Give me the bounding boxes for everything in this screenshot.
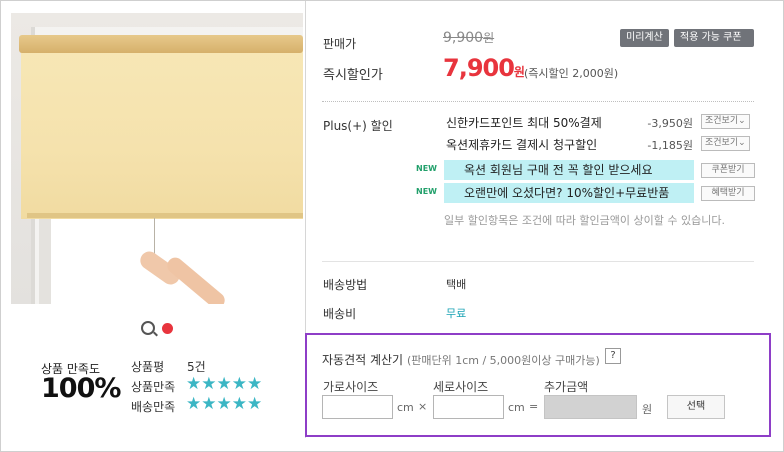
card-condition-button[interactable]: 조건보기⌄ [701,136,750,151]
height-label: 세로사이즈 [433,380,489,394]
shipping-satisfaction-label: 배송만족 [131,400,176,414]
reviews-count[interactable]: 5건 [187,358,206,375]
get-coupon-button[interactable]: 쿠폰받기 [701,163,755,178]
search-icon[interactable] [141,321,155,335]
member-coupon-banner[interactable]: 옥션 회원님 구매 전 꼭 할인 받으세요 [444,160,694,180]
extra-amount-unit: 원 [642,403,653,416]
chevron-down-icon: ⌄ [738,138,746,148]
multiply-sign: × [418,400,428,413]
calculator-title-note: (판매단위 1cm / 5,000원이상 구매가능) [406,354,600,367]
height-input[interactable] [433,395,504,419]
price-divider [322,101,754,102]
product-satisfaction-label: 상품만족 [131,380,176,394]
select-button[interactable]: 선택 [667,395,725,419]
coupon-dropdown-button[interactable]: 적용 가능 쿠폰 ⌄ [674,29,754,61]
image-blind-shade [21,43,303,219]
chevron-down-icon: ⌄ [680,50,689,61]
image-blind-bar [27,213,303,218]
help-icon[interactable]: ? [605,348,621,364]
new-badge: NEW [416,187,437,196]
shipping-method-value: 택배 [446,278,467,291]
calculator-title-text: 자동견적 계산기 [322,353,404,367]
condition-button-label: 조건보기 [705,138,739,148]
chevron-down-icon: ⌄ [738,116,746,126]
preview-calc-button[interactable]: 미리계산 [620,29,669,47]
shipping-method-label: 배송방법 [323,278,368,292]
image-blind-roller [19,35,303,53]
width-label: 가로사이즈 [323,380,379,394]
shipping-fee-label: 배송비 [323,307,357,321]
card-discount-amount: -3,950원 [647,117,693,130]
list-price-unit: 원 [483,31,495,45]
satisfaction-percent: 100% [41,373,121,404]
reviews-label: 상품평 [131,360,165,374]
sale-price-value: 7,900 [443,54,515,82]
width-unit: cm [397,401,414,414]
card-discount-name: 옥션제휴카드 결제시 청구할인 [446,138,598,152]
list-price-label: 판매가 [323,37,357,51]
plus-discount-label: Plus(+) 할인 [323,119,393,133]
product-image[interactable] [11,13,303,304]
card-condition-button[interactable]: 조건보기⌄ [701,114,750,129]
calculator-title: 자동견적 계산기 (판매단위 1cm / 5,000원이상 구매가능) [322,351,600,368]
shipping-satisfaction-stars-icon: ★★★★★ [186,394,263,414]
sale-note: (즉시할인 2,000원) [524,67,619,80]
condition-button-label: 조건보기 [705,116,739,126]
shipping-fee-value: 무료 [446,307,467,320]
returning-benefit-banner[interactable]: 오랜만에 오셨다면? 10%할인+무료반품 [444,183,694,203]
list-price: 9,900원 [443,29,494,46]
discount-notice: 일부 할인항목은 조건에 따라 할인금액이 상이할 수 있습니다. [444,214,725,227]
extra-amount-label: 추가금액 [544,380,589,394]
equals-sign: = [529,400,539,413]
height-unit: cm [508,401,525,414]
shipping-divider [322,261,754,262]
extra-amount-field [544,395,637,419]
product-satisfaction-stars-icon: ★★★★★ [186,374,263,394]
new-badge: NEW [416,164,437,173]
sale-price: 7,900원 [443,54,525,82]
card-discount-name: 신한카드포인트 최대 50%결제 [446,116,602,130]
instant-price-label: 즉시할인가 [323,68,383,83]
coupon-button-label: 적용 가능 쿠폰 [680,32,742,43]
list-price-value: 9,900 [443,30,484,46]
get-benefit-button[interactable]: 혜택받기 [701,186,755,201]
sale-price-unit: 원 [513,65,525,79]
card-discount-amount: -1,185원 [647,139,693,152]
width-input[interactable] [322,395,393,419]
gallery-dot-icon[interactable] [162,323,173,334]
